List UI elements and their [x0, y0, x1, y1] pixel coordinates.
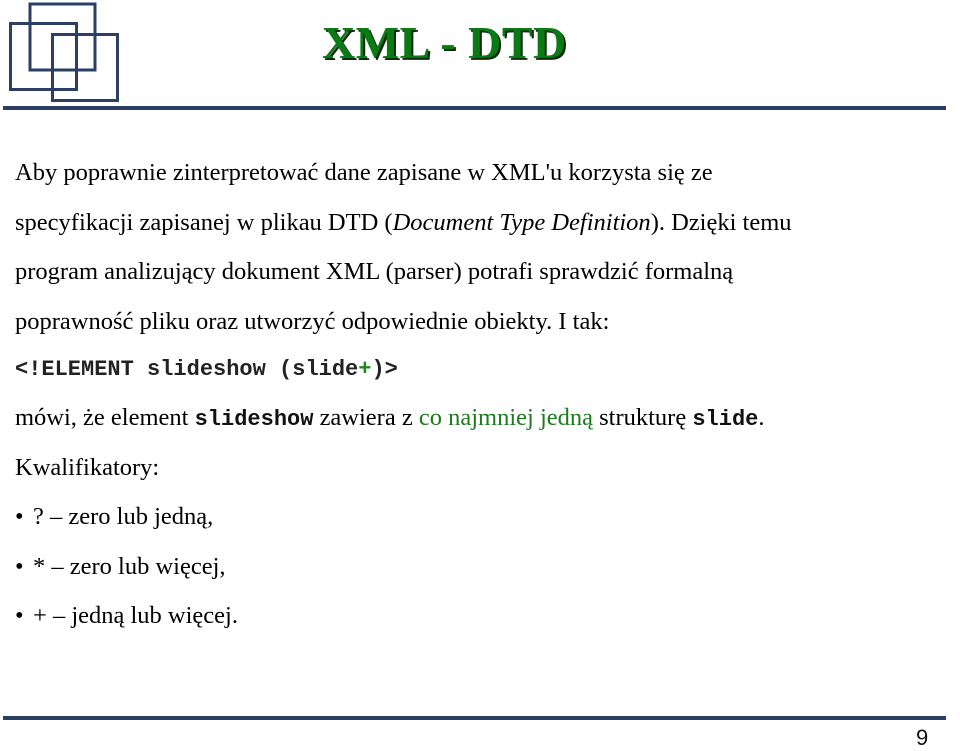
header-divider	[3, 106, 946, 110]
paragraph-line: specyfikacji zapisanej w plikau DTD (Doc…	[15, 198, 960, 248]
paragraph-text: poprawność pliku oraz utworzyć odpowiedn…	[15, 307, 610, 335]
highlight-text: co najmniej jedną	[418, 404, 593, 431]
paragraph-text: Aby poprawnie zinterpretować dane zapisa…	[15, 159, 713, 186]
qualifier-list-item: • ? – zero lub jedną,	[15, 492, 960, 542]
explanation-text: mówi, że element	[15, 404, 195, 431]
slide-body: Aby poprawnie zinterpretować dane zapisa…	[15, 148, 960, 641]
dtd-expansion: Document Type Definition	[392, 208, 651, 236]
paragraph-line: program analizujący dokument XML (parser…	[15, 247, 960, 297]
qualifier-text: + – jedną lub więcej.	[33, 602, 238, 629]
page-number: 9	[916, 725, 929, 750]
bullet-icon: •	[15, 552, 24, 580]
code-example: <!ELEMENT slideshow (slide+)>	[15, 346, 960, 393]
code-text: <!ELEMENT slideshow (slide	[15, 357, 359, 382]
qualifier-text: * – zero lub więcej,	[33, 552, 226, 580]
code-plus-qualifier: +	[358, 357, 372, 382]
explanation-line: mówi, że element slideshow zawiera z co …	[15, 393, 960, 443]
explanation-text: zawiera z	[313, 404, 419, 431]
inline-code-slide: slide	[692, 407, 759, 432]
footer-divider	[3, 716, 946, 720]
paragraph-text: ). Dzięki temu	[650, 208, 792, 236]
paragraph-line: poprawność pliku oraz utworzyć odpowiedn…	[15, 297, 960, 347]
slide-title: XML - DTD	[322, 17, 567, 68]
paragraph-text: program analizujący dokument XML (parser…	[15, 258, 734, 285]
overlapping-squares-logo-icon	[9, 2, 119, 102]
qualifiers-label: Kwalifikatory:	[15, 453, 160, 481]
qualifier-text: ? – zero lub jedną,	[33, 503, 214, 530]
logo-square-top	[28, 2, 97, 72]
bullet-icon: •	[15, 602, 24, 629]
qualifier-list-item: • * – zero lub więcej,	[15, 542, 960, 592]
paragraph-line: Aby poprawnie zinterpretować dane zapisa…	[15, 148, 960, 198]
explanation-text: .	[758, 404, 765, 431]
qualifier-list-item: • + – jedną lub więcej.	[15, 591, 960, 641]
bullet-icon: •	[15, 503, 24, 530]
inline-code-slideshow: slideshow	[194, 407, 314, 432]
paragraph-text: specyfikacji zapisanej w plikau DTD (	[15, 208, 393, 236]
qualifiers-heading: Kwalifikatory:	[15, 443, 960, 493]
code-text: )>	[371, 357, 398, 382]
explanation-text: strukturę	[593, 404, 693, 431]
